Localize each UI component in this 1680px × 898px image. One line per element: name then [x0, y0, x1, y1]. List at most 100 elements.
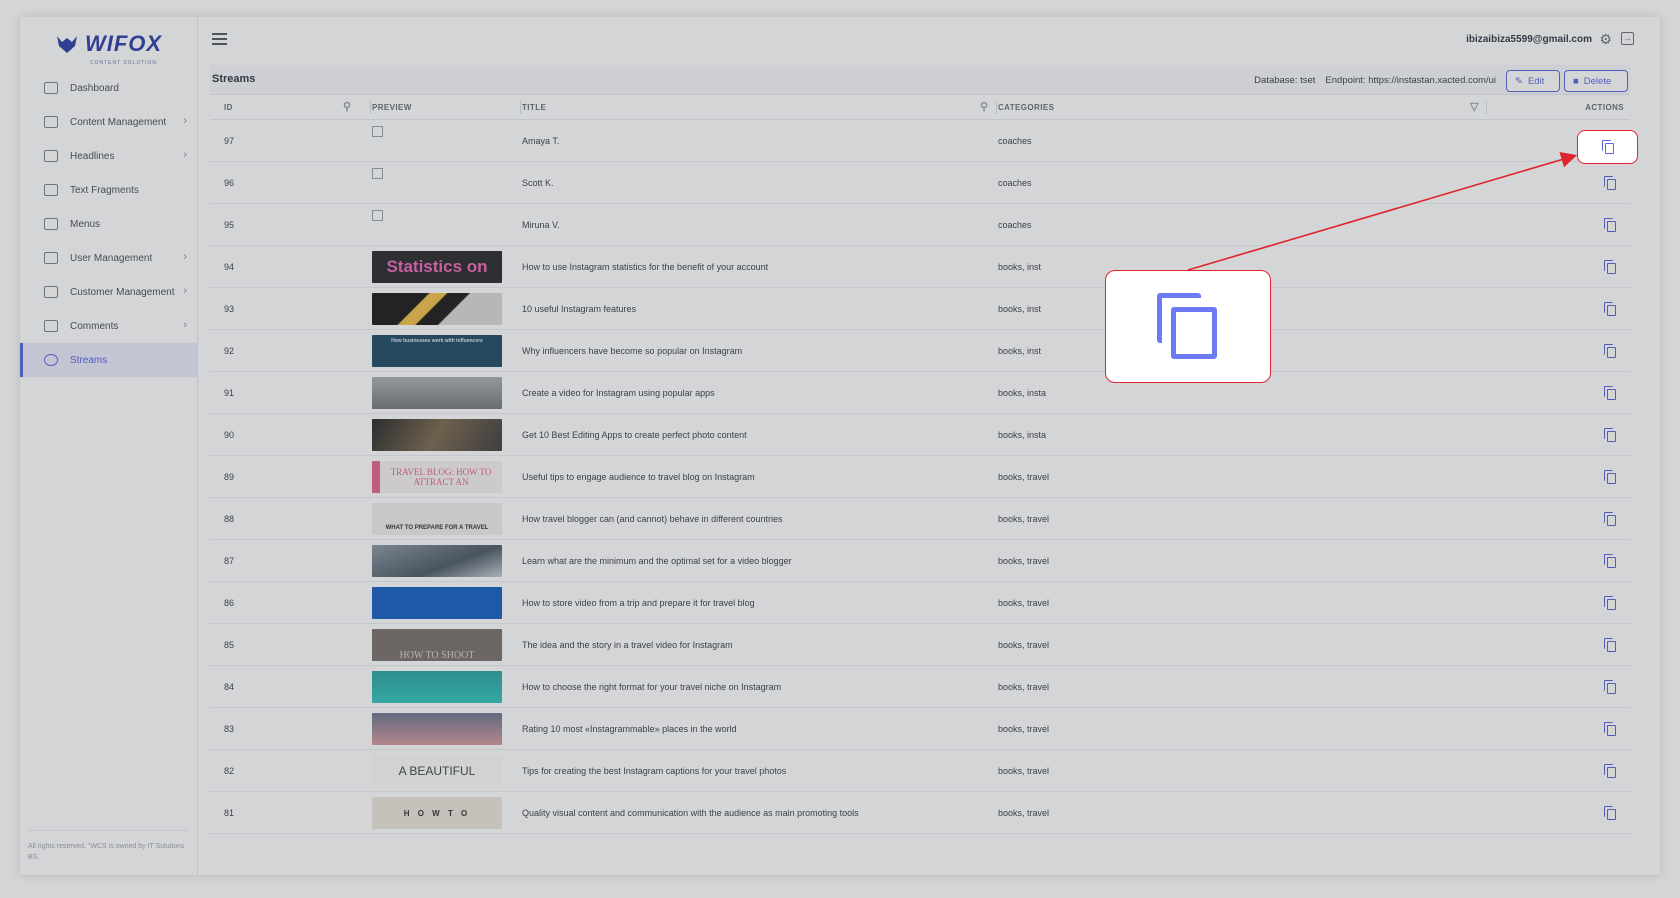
chevron-right-icon: ›: [183, 319, 187, 331]
cell-title: The idea and the story in a travel video…: [522, 640, 733, 650]
cell-actions: [1486, 498, 1630, 540]
preview-thumbnail[interactable]: Statistics on: [372, 251, 502, 283]
copy-icon[interactable]: [1604, 596, 1616, 610]
cell-categories: books, travel: [998, 724, 1050, 734]
table-row[interactable]: 96 Scott K. coaches: [210, 162, 1630, 204]
sidebar: WIFOX CONTENT SOLUTION Dashboard Content…: [20, 17, 198, 875]
cell-categories: books, travel: [998, 766, 1050, 776]
cell-preview: [372, 666, 522, 708]
user-email[interactable]: ibizaibiza5599@gmail.com: [1466, 34, 1592, 45]
copy-icon[interactable]: [1601, 140, 1614, 154]
comments-icon: [44, 320, 58, 332]
preview-thumbnail[interactable]: HOW TO SHOOT: [372, 629, 502, 661]
search-icon[interactable]: ⚲: [343, 100, 351, 113]
preview-thumbnail[interactable]: TRAVEL BLOG: HOW TO ATTRACT AN: [372, 461, 502, 493]
cell-id: 87: [224, 556, 235, 566]
copy-icon[interactable]: [1604, 764, 1616, 778]
copy-icon[interactable]: [1604, 428, 1616, 442]
chevron-right-icon: ›: [183, 115, 187, 127]
copy-icon[interactable]: [1604, 722, 1616, 736]
preview-thumbnail[interactable]: A BEAUTIFUL: [372, 755, 502, 787]
copy-icon[interactable]: [1604, 512, 1616, 526]
table-row[interactable]: 97 Amaya T. coaches: [210, 120, 1630, 162]
table-row[interactable]: 85 HOW TO SHOOT The idea and the story in …: [210, 624, 1630, 666]
copy-icon[interactable]: [1604, 176, 1616, 190]
copy-icon[interactable]: [1604, 386, 1616, 400]
copy-icon[interactable]: [1604, 344, 1616, 358]
table-row[interactable]: 81 H O W T O Quality visual content and co…: [210, 792, 1630, 834]
copy-icon[interactable]: [1604, 260, 1616, 274]
edit-button[interactable]: ✎ Edit: [1506, 70, 1560, 92]
broken-image-icon: [372, 126, 383, 137]
sidebar-item-text-fragments[interactable]: Text Fragments: [20, 173, 197, 207]
cell-actions: [1486, 666, 1630, 708]
sidebar-item-content-management[interactable]: Content Management ›: [20, 105, 197, 139]
preview-thumbnail[interactable]: [372, 545, 502, 577]
copy-icon[interactable]: [1604, 554, 1616, 568]
copy-icon[interactable]: [1604, 806, 1616, 820]
settings-gear-icon[interactable]: ⚙: [1599, 31, 1612, 48]
sidebar-item-streams[interactable]: Streams: [20, 343, 197, 377]
table-row[interactable]: 92 How businesses work with influencers Wh…: [210, 330, 1630, 372]
table-row[interactable]: 95 Miruna V. coaches: [210, 204, 1630, 246]
cell-preview: H O W T O: [372, 792, 522, 834]
sidebar-item-user-management[interactable]: User Management ›: [20, 241, 197, 275]
logo-text: WIFOX: [84, 31, 163, 56]
delete-button[interactable]: ■ Delete: [1564, 70, 1628, 92]
copy-icon[interactable]: [1604, 680, 1616, 694]
table-row[interactable]: 82 A BEAUTIFUL Tips for creating the best …: [210, 750, 1630, 792]
copy-icon[interactable]: [1604, 218, 1616, 232]
preview-thumbnail[interactable]: [372, 293, 502, 325]
sidebar-item-dashboard[interactable]: Dashboard: [20, 71, 197, 105]
search-icon[interactable]: ⚲: [980, 100, 988, 113]
sidebar-item-customer-management[interactable]: Customer Management ›: [20, 275, 197, 309]
dashboard-icon: [44, 82, 58, 94]
table-row[interactable]: 91 Create a video for Instagram using pop…: [210, 372, 1630, 414]
preview-thumbnail[interactable]: [372, 587, 502, 619]
preview-thumbnail[interactable]: How businesses work with influencers: [372, 335, 502, 367]
sidebar-item-comments[interactable]: Comments ›: [20, 309, 197, 343]
cell-id: 95: [224, 220, 235, 230]
filter-icon[interactable]: ▽: [1470, 100, 1479, 113]
logout-icon[interactable]: →: [1621, 32, 1634, 45]
text-fragments-icon: [44, 184, 58, 196]
cell-id: 81: [224, 808, 235, 818]
preview-thumbnail[interactable]: [372, 713, 502, 745]
table-row[interactable]: 83 Rating 10 most «Instagrammable» places…: [210, 708, 1630, 750]
database-info: Database: tset Endpoint: https://instasta…: [1244, 75, 1496, 86]
cell-title: How travel blogger can (and cannot) beha…: [522, 514, 783, 524]
cell-id: 84: [224, 682, 235, 692]
table-row[interactable]: 86 How to store video from a trip and pre…: [210, 582, 1630, 624]
table-row[interactable]: 94 Statistics on How to use Instagram stat…: [210, 246, 1630, 288]
preview-thumbnail[interactable]: [372, 419, 502, 451]
highlighted-copy-action[interactable]: [1577, 130, 1638, 164]
table-row[interactable]: 87 Learn what are the minimum and the opt…: [210, 540, 1630, 582]
table-row[interactable]: 84 How to choose the right format for you…: [210, 666, 1630, 708]
table-row[interactable]: 88 WHAT TO PREPARE FOR A TRAVEL How travel…: [210, 498, 1630, 540]
sidebar-item-headlines[interactable]: Headlines ›: [20, 139, 197, 173]
column-header-categories[interactable]: CATEGORIES: [998, 95, 1474, 120]
cell-id: 90: [224, 430, 235, 440]
table-row[interactable]: 90 Get 10 Best Editing Apps to create per…: [210, 414, 1630, 456]
headlines-icon: [44, 150, 58, 162]
preview-thumbnail[interactable]: [372, 671, 502, 703]
copy-icon[interactable]: [1604, 302, 1616, 316]
copy-icon[interactable]: [1604, 638, 1616, 652]
cell-actions: [1486, 330, 1630, 372]
hamburger-menu-icon[interactable]: [212, 33, 227, 45]
preview-thumbnail[interactable]: [372, 377, 502, 409]
sidebar-item-menus[interactable]: Menus: [20, 207, 197, 241]
table-row[interactable]: 93 10 useful Instagram features books, ins…: [210, 288, 1630, 330]
column-header-actions: ACTIONS: [1585, 103, 1624, 112]
column-header-title[interactable]: TITLE: [522, 95, 998, 120]
broken-image-icon: [372, 210, 383, 221]
table-row[interactable]: 89 TRAVEL BLOG: HOW TO ATTRACT AN Useful t…: [210, 456, 1630, 498]
page-header: Streams Database: tset Endpoint: https://…: [210, 65, 1630, 95]
preview-thumbnail[interactable]: WHAT TO PREPARE FOR A TRAVEL: [372, 503, 502, 535]
column-header-preview[interactable]: PREVIEW: [372, 95, 522, 120]
cell-preview: A BEAUTIFUL: [372, 750, 522, 792]
copy-icon[interactable]: [1604, 470, 1616, 484]
cell-categories: books, travel: [998, 472, 1050, 482]
preview-thumbnail[interactable]: H O W T O: [372, 797, 502, 829]
cell-id: 85: [224, 640, 235, 650]
